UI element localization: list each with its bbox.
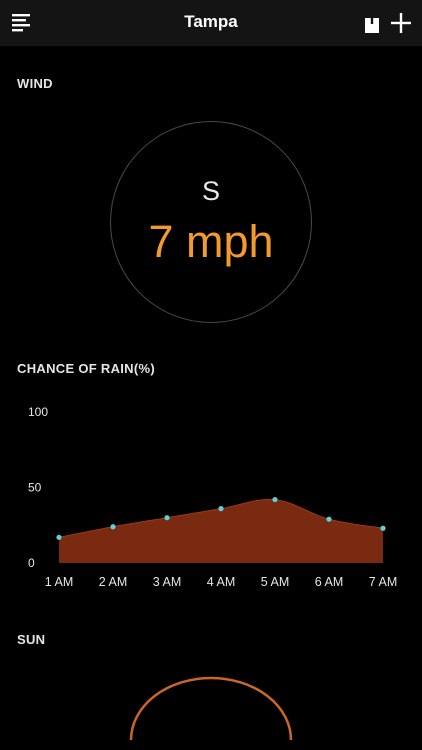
- sun-arc-chart: [129, 676, 293, 741]
- plus-icon[interactable]: [389, 11, 413, 35]
- rain-section-label: CHANCE OF RAIN(%): [17, 361, 155, 376]
- rain-point: [164, 515, 170, 521]
- rain-x-tick-label: 1 AM: [45, 575, 74, 589]
- rain-point: [272, 496, 278, 503]
- rain-x-tick-label: 7 AM: [369, 575, 398, 589]
- wind-speed: 7 mph: [148, 216, 274, 267]
- share-icon[interactable]: [360, 9, 384, 35]
- sun-arc: [129, 676, 293, 741]
- sun-section-label: SUN: [17, 632, 46, 647]
- rain-point: [110, 524, 116, 530]
- rain-y-tick-label: 100: [28, 405, 48, 419]
- rain-x-tick-label: 4 AM: [207, 575, 236, 589]
- rain-point: [326, 516, 332, 522]
- rain-x-tick-label: 2 AM: [99, 575, 128, 589]
- rain-chart: 100 50 0 1 AM 2 AM 3 AM 4 AM 5 AM 6 AM 7 AM: [28, 405, 398, 589]
- rain-x-tick-label: 5 AM: [261, 575, 290, 589]
- wind-dial: S 7 mph: [110, 121, 312, 323]
- page-title: Tampa: [184, 12, 238, 31]
- menu-lines-icon[interactable]: [10, 11, 34, 35]
- rain-x-tick-label: 3 AM: [153, 575, 182, 589]
- wind-direction: S: [201, 176, 220, 206]
- rain-point: [56, 534, 62, 540]
- rain-point: [218, 506, 224, 512]
- top-navigation-bar: Tampa: [0, 0, 422, 46]
- rain-y-tick-label: 50: [28, 481, 42, 495]
- rain-y-tick-label: 0: [28, 556, 35, 570]
- rain-x-tick-label: 6 AM: [315, 575, 344, 589]
- rain-point: [380, 525, 386, 531]
- wind-section-label: WIND: [17, 76, 53, 91]
